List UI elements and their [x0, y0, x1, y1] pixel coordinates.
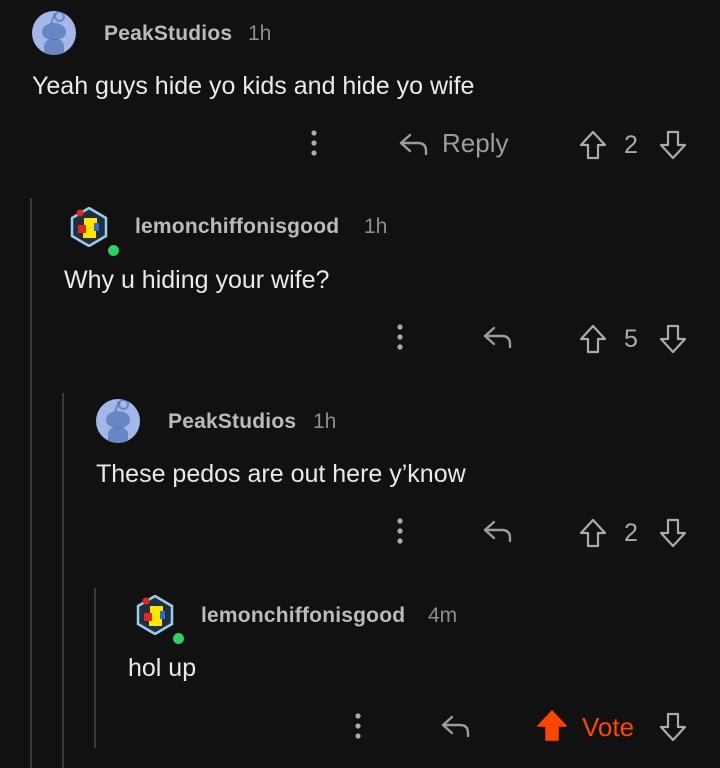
more-options-button[interactable]	[390, 516, 410, 546]
comment-author[interactable]: lemonchiffonisgood	[135, 215, 339, 239]
reply-button[interactable]	[482, 516, 514, 546]
user-avatar[interactable]	[135, 594, 175, 636]
more-options-button[interactable]	[390, 322, 410, 352]
comment-author[interactable]: PeakStudios	[104, 22, 232, 46]
vote-score: 2	[624, 519, 638, 547]
reply-icon	[398, 129, 430, 159]
reply-button[interactable]: Reply	[398, 128, 508, 159]
comment-body: Yeah guys hide yo kids and hide yo wife	[32, 72, 475, 100]
comment-timestamp: 1h	[248, 22, 272, 45]
user-avatar[interactable]	[32, 11, 76, 55]
upvote-filled-icon[interactable]	[536, 709, 568, 743]
upvote-icon[interactable]	[578, 517, 608, 549]
comment-author[interactable]: PeakStudios	[168, 410, 296, 434]
comment-body: These pedos are out here y’know	[96, 460, 466, 488]
reply-icon	[440, 711, 472, 741]
more-vertical-icon	[348, 711, 368, 741]
more-vertical-icon	[304, 128, 324, 158]
user-avatar[interactable]	[69, 206, 109, 248]
user-avatar[interactable]	[96, 399, 140, 443]
more-vertical-icon	[390, 516, 410, 546]
comment-body: hol up	[128, 654, 197, 682]
online-status-indicator	[106, 243, 121, 258]
comment-timestamp: 1h	[313, 410, 337, 433]
downvote-icon[interactable]	[658, 711, 688, 743]
more-options-button[interactable]	[304, 128, 324, 158]
vote-score: 2	[624, 131, 638, 159]
upvote-icon[interactable]	[578, 129, 608, 161]
upvote-icon[interactable]	[578, 323, 608, 355]
vote-score: 5	[624, 325, 638, 353]
reply-icon	[482, 516, 514, 546]
more-options-button[interactable]	[348, 711, 368, 741]
reply-label: Reply	[442, 128, 509, 158]
reply-icon	[482, 322, 514, 352]
reply-button[interactable]	[482, 322, 514, 352]
comment-timestamp: 1h	[364, 215, 388, 238]
comment-body: Why u hiding your wife?	[64, 266, 330, 294]
thread-line-2[interactable]	[62, 393, 64, 768]
downvote-icon[interactable]	[658, 517, 688, 549]
downvote-icon[interactable]	[658, 323, 688, 355]
thread-line-1[interactable]	[30, 198, 32, 768]
thread-line-3[interactable]	[94, 588, 96, 748]
more-vertical-icon	[390, 322, 410, 352]
online-status-indicator	[171, 631, 186, 646]
vote-label: Vote	[582, 712, 635, 742]
downvote-icon[interactable]	[658, 129, 688, 161]
reply-button[interactable]	[440, 711, 472, 741]
comment-timestamp: 4m	[428, 604, 458, 627]
comment-author[interactable]: lemonchiffonisgood	[201, 604, 405, 628]
